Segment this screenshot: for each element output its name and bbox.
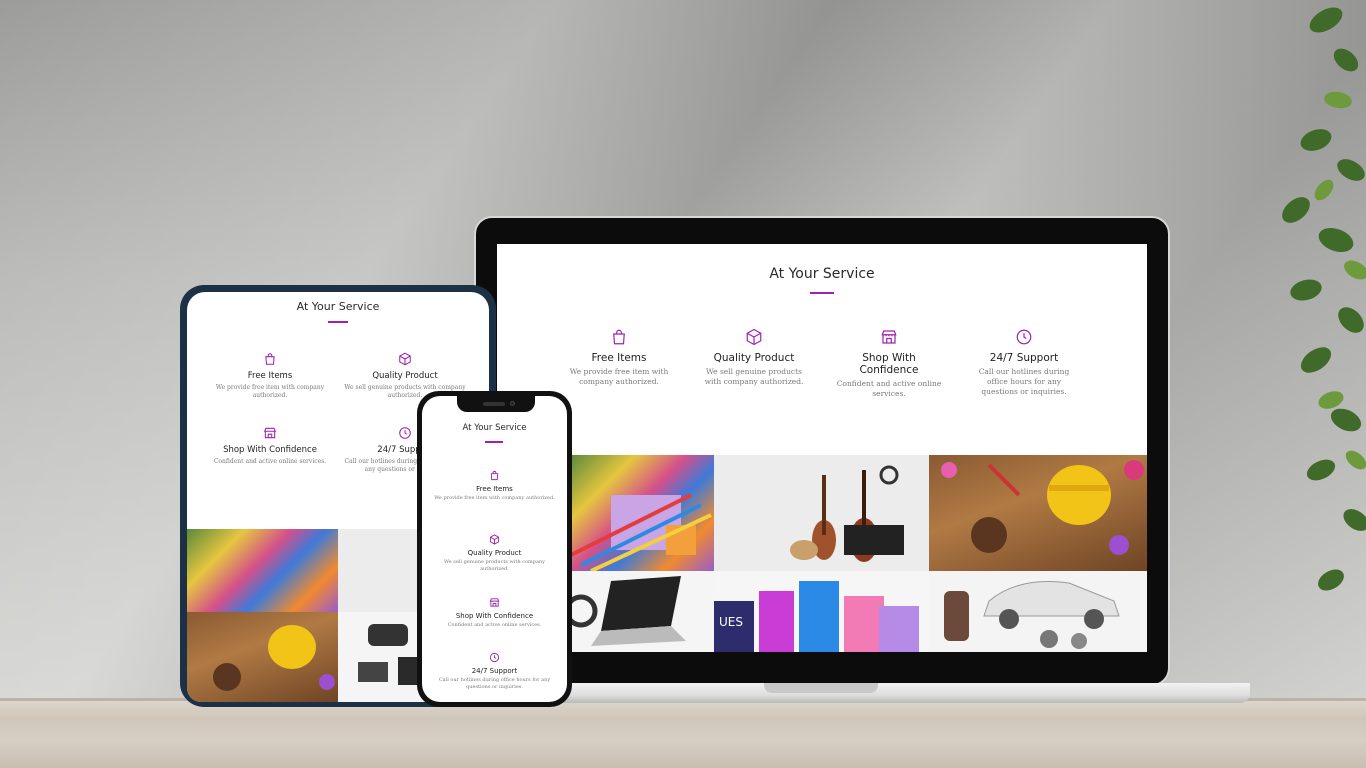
musical-instruments-image[interactable] — [714, 455, 929, 571]
service-name: Free Items — [591, 352, 647, 364]
service-support: 24/7 Support Call our hotlines during of… — [971, 328, 1077, 397]
electronics-image[interactable] — [571, 571, 714, 652]
shopping-bag-icon — [212, 352, 328, 366]
service-desc: Call our hotlines during office hours fo… — [978, 367, 1070, 396]
service-desc: We sell genuine products with company au… — [443, 559, 546, 572]
clock-icon — [971, 328, 1077, 346]
car-parts-image[interactable] — [929, 571, 1147, 652]
service-name: Shop With Confidence — [455, 612, 534, 620]
service-desc: Call our hotlines during office hours fo… — [438, 677, 551, 690]
section-title: At Your Service — [296, 300, 380, 313]
shopping-bag-icon — [434, 470, 555, 481]
section-title: At Your Service — [769, 266, 875, 282]
service-shop-confidence: Shop With Confidence Confident and activ… — [434, 597, 555, 629]
garden-tools-image[interactable] — [929, 455, 1147, 571]
stationery-image[interactable] — [187, 529, 338, 612]
service-desc: Confident and active online services. — [213, 458, 327, 465]
service-name: Shop With Confidence — [223, 445, 317, 455]
service-shop-confidence: Shop With Confidence Confident and activ… — [833, 328, 945, 399]
service-quality-product: Quality Product We sell genuine products… — [699, 328, 809, 387]
service-name: 24/7 Support — [989, 352, 1059, 364]
service-desc: We provide free item with company author… — [434, 495, 555, 501]
service-free-items: Free Items We provide free item with com… — [212, 352, 328, 400]
shelf-surface — [0, 698, 1366, 768]
section-title: At Your Service — [462, 423, 527, 433]
service-free-items: Free Items We provide free item with com… — [569, 328, 669, 387]
service-name: Quality Product — [713, 352, 795, 364]
stationery-image[interactable] — [571, 455, 714, 571]
storefront-icon — [434, 597, 555, 608]
gift-bags-image[interactable]: UES — [714, 571, 929, 652]
box-icon — [342, 352, 468, 366]
phone-speaker — [483, 402, 505, 406]
service-free-items: Free Items We provide free item with com… — [434, 470, 555, 502]
service-desc: We sell genuine products with company au… — [704, 367, 804, 386]
title-underline — [328, 321, 348, 323]
phone-screen: At Your Service Free Items We provide fr… — [422, 396, 567, 702]
shopping-bag-icon — [569, 328, 669, 346]
garden-tools-image[interactable] — [187, 612, 338, 702]
service-desc: We provide free item with company author… — [569, 367, 669, 386]
svg-text:UES: UES — [719, 615, 743, 629]
service-desc: Confident and active online services. — [836, 379, 942, 398]
laptop-screen: At Your Service Free Items We provide fr… — [497, 244, 1147, 652]
service-name: Free Items — [476, 485, 513, 493]
box-icon — [699, 328, 809, 346]
phone-camera — [510, 401, 515, 406]
service-name: Shop With Confidence — [859, 352, 919, 376]
service-name: Quality Product — [372, 371, 438, 381]
plant-decoration — [1282, 7, 1366, 591]
service-support: 24/7 Support Call our hotlines during of… — [434, 652, 555, 691]
service-name: 24/7 Support — [471, 667, 518, 675]
service-name: Quality Product — [467, 549, 522, 557]
title-underline — [810, 292, 834, 294]
storefront-icon — [833, 328, 945, 346]
service-shop-confidence: Shop With Confidence Confident and activ… — [209, 426, 331, 466]
title-underline — [485, 441, 503, 443]
service-desc: We provide free item with company author… — [215, 384, 325, 399]
service-quality-product: Quality Product We sell genuine products… — [434, 534, 555, 573]
box-icon — [434, 534, 555, 545]
storefront-icon — [209, 426, 331, 440]
laptop-hinge-notch — [764, 683, 878, 693]
service-name: Free Items — [247, 371, 293, 381]
clock-icon — [434, 652, 555, 663]
service-desc: Confident and active online services. — [447, 622, 542, 628]
